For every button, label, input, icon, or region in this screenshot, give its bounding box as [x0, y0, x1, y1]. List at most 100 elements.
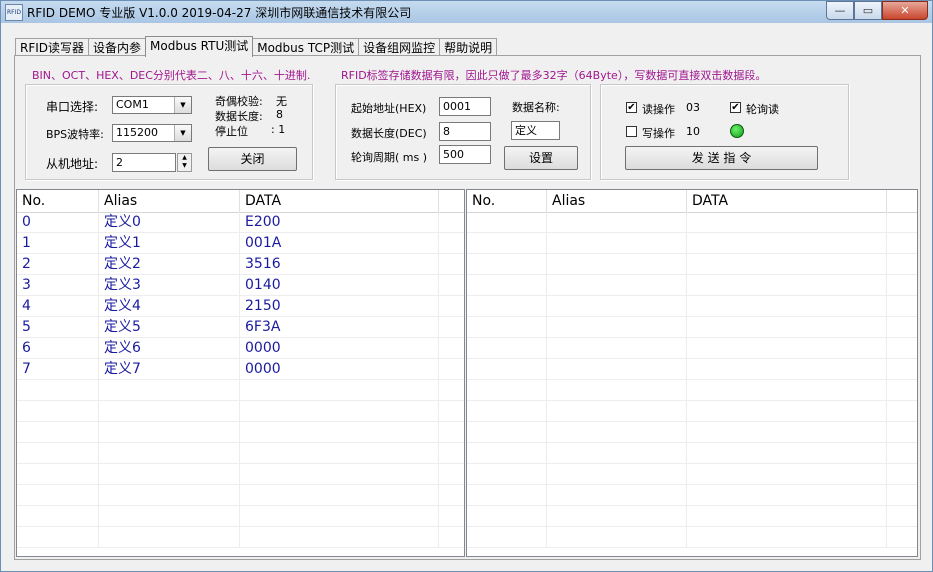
column-header-no[interactable]: No. — [17, 190, 99, 212]
table-row[interactable] — [17, 485, 464, 506]
table-row[interactable]: 4 定义4 2150 — [17, 296, 464, 317]
poll-read-checkbox[interactable]: ✔ — [730, 102, 741, 113]
table-row[interactable] — [17, 464, 464, 485]
cell-data — [687, 212, 887, 233]
write-op-checkbox[interactable] — [626, 126, 637, 137]
cell-data[interactable]: 0140 — [240, 275, 439, 296]
table-row[interactable]: 0 定义0 E200 — [17, 212, 464, 233]
table-row[interactable] — [467, 464, 917, 485]
cell-no[interactable]: 4 — [17, 296, 99, 317]
cell-alias[interactable]: 定义7 — [99, 359, 240, 380]
cell-alias[interactable]: 定义4 — [99, 296, 240, 317]
cell-alias[interactable]: 定义3 — [99, 275, 240, 296]
table-row[interactable]: 6 定义6 0000 — [17, 338, 464, 359]
table-row[interactable] — [467, 338, 917, 359]
cell-data[interactable]: 0000 — [240, 359, 439, 380]
column-header-no[interactable]: No. — [467, 190, 547, 212]
table-row[interactable] — [467, 527, 917, 548]
table-row[interactable] — [17, 527, 464, 548]
baud-select[interactable]: 115200 ▼ — [112, 124, 192, 142]
cell-data[interactable]: 2150 — [240, 296, 439, 317]
left-data-table[interactable]: No. Alias DATA 0 定义0 E200 1 定义1 001A 2 定义2 3516 3… — [16, 189, 465, 557]
chevron-down-icon[interactable]: ▼ — [174, 125, 191, 141]
column-header-extra[interactable] — [439, 190, 464, 212]
cell-data — [687, 527, 887, 548]
table-row[interactable]: 2 定义2 3516 — [17, 254, 464, 275]
table-row[interactable]: 3 定义3 0140 — [17, 275, 464, 296]
column-header-data[interactable]: DATA — [240, 190, 439, 212]
slave-address-spinner[interactable]: ▲ ▼ — [177, 153, 192, 172]
table-row[interactable] — [467, 443, 917, 464]
cell-alias[interactable]: 定义1 — [99, 233, 240, 254]
spin-up-icon[interactable]: ▲ — [178, 154, 191, 162]
table-row[interactable] — [467, 212, 917, 233]
port-select[interactable]: COM1 ▼ — [112, 96, 192, 114]
close-window-button[interactable]: ✕ — [882, 1, 928, 20]
slave-address-field[interactable]: 2 — [112, 153, 176, 172]
poll-period-field[interactable]: 500 — [439, 145, 491, 164]
cell-alias[interactable]: 定义5 — [99, 317, 240, 338]
cell-data[interactable]: 0000 — [240, 338, 439, 359]
column-header-alias[interactable]: Alias — [547, 190, 687, 212]
table-row[interactable] — [467, 359, 917, 380]
table-row[interactable] — [17, 401, 464, 422]
chevron-down-icon[interactable]: ▼ — [174, 97, 191, 113]
column-header-extra[interactable] — [887, 190, 917, 212]
cell-no[interactable]: 1 — [17, 233, 99, 254]
table-row[interactable]: 7 定义7 0000 — [17, 359, 464, 380]
table-row[interactable] — [17, 380, 464, 401]
poll-period-label: 轮询周期( ms ) — [351, 151, 428, 164]
status-led-icon — [730, 124, 744, 138]
table-row[interactable] — [467, 401, 917, 422]
cell-alias[interactable]: 定义2 — [99, 254, 240, 275]
cell-no — [467, 464, 547, 485]
table-row[interactable] — [467, 296, 917, 317]
cell-no[interactable]: 5 — [17, 317, 99, 338]
table-row[interactable] — [467, 275, 917, 296]
cell-no[interactable]: 0 — [17, 212, 99, 233]
spin-down-icon[interactable]: ▼ — [178, 162, 191, 170]
table-row[interactable]: 5 定义5 6F3A — [17, 317, 464, 338]
close-port-button[interactable]: 关闭 — [208, 147, 297, 171]
read-op-checkbox[interactable]: ✔ — [626, 102, 637, 113]
table-row[interactable] — [17, 506, 464, 527]
title-bar[interactable]: RFID RFID DEMO 专业版 V1.0.0 2019-04-27 深圳市… — [1, 1, 932, 23]
send-command-button[interactable]: 发 送 指 令 — [625, 146, 818, 170]
start-address-field[interactable]: 0001 — [439, 97, 491, 116]
maximize-button[interactable]: ▭ — [854, 1, 882, 20]
cell-alias — [547, 527, 687, 548]
operation-group: ✔ 读操作 03 ✔ 轮询读 写操作 10 发 送 指 令 — [600, 84, 849, 180]
cell-no — [467, 401, 547, 422]
cell-no[interactable]: 2 — [17, 254, 99, 275]
set-button[interactable]: 设置 — [504, 146, 578, 170]
table-row[interactable] — [467, 254, 917, 275]
cell-alias[interactable]: 定义0 — [99, 212, 240, 233]
cell-no[interactable]: 3 — [17, 275, 99, 296]
table-row[interactable] — [17, 443, 464, 464]
table-row[interactable] — [467, 506, 917, 527]
minimize-button[interactable]: — — [826, 1, 854, 20]
column-header-alias[interactable]: Alias — [99, 190, 240, 212]
parity-value: 无 — [276, 95, 287, 108]
table-row[interactable] — [467, 422, 917, 443]
data-length-field[interactable]: 8 — [439, 122, 491, 141]
cell-no[interactable]: 7 — [17, 359, 99, 380]
column-header-data[interactable]: DATA — [687, 190, 887, 212]
cell-data — [687, 275, 887, 296]
table-row[interactable] — [467, 380, 917, 401]
tab-modbus-rtu[interactable]: Modbus RTU测试 — [145, 36, 254, 57]
data-name-field[interactable]: 定义 — [511, 121, 560, 140]
table-row[interactable] — [467, 233, 917, 254]
cell-data[interactable]: 3516 — [240, 254, 439, 275]
cell-data[interactable]: E200 — [240, 212, 439, 233]
cell-alias[interactable]: 定义6 — [99, 338, 240, 359]
cell-data[interactable]: 6F3A — [240, 317, 439, 338]
table-row[interactable] — [467, 317, 917, 338]
right-data-table[interactable]: No. Alias DATA — [466, 189, 918, 557]
table-row[interactable] — [467, 485, 917, 506]
table-row[interactable]: 1 定义1 001A — [17, 233, 464, 254]
cell-data[interactable]: 001A — [240, 233, 439, 254]
cell-no[interactable]: 6 — [17, 338, 99, 359]
stopbits-value: : 1 — [271, 123, 286, 136]
table-row[interactable] — [17, 422, 464, 443]
